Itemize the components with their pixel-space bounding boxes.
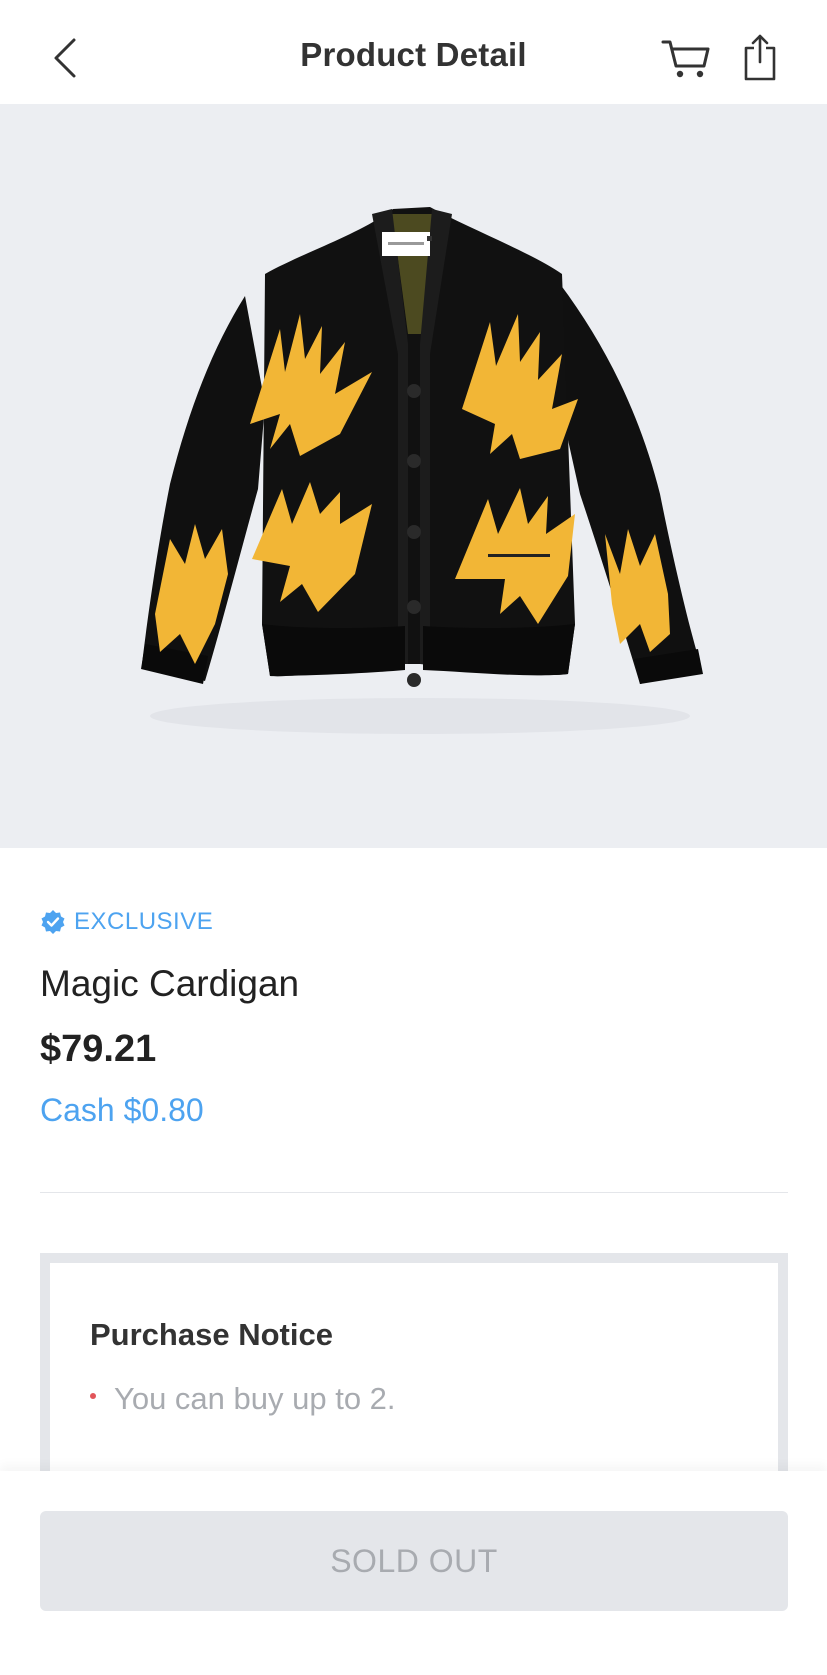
bottom-action-bar: SOLD OUT	[0, 1471, 827, 1675]
notice-item-text: You can buy up to 2.	[114, 1381, 396, 1416]
notice-title: Purchase Notice	[90, 1317, 333, 1352]
share-icon	[744, 34, 776, 81]
cart-icon	[661, 40, 710, 78]
verified-badge-icon	[41, 910, 65, 934]
product-price: $79.21	[40, 1028, 157, 1070]
product-image[interactable]	[0, 104, 827, 848]
product-name: Magic Cardigan	[40, 963, 300, 1004]
top-nav-bar: Product Detail	[0, 0, 827, 104]
notice-item: You can buy up to 2.	[90, 1381, 396, 1417]
product-info: EXCLUSIVE Magic Cardigan $79.21 Cash $0.…	[40, 904, 788, 1130]
exclusive-badge: EXCLUSIVE	[40, 904, 788, 940]
badge-label: EXCLUSIVE	[74, 908, 214, 935]
cart-button[interactable]	[656, 30, 716, 86]
cardigan-image	[141, 207, 703, 734]
cashback-amount: Cash $0.80	[40, 1092, 204, 1128]
share-button[interactable]	[738, 30, 782, 86]
sold-out-button[interactable]: SOLD OUT	[40, 1511, 788, 1611]
bullet-icon	[90, 1393, 96, 1399]
divider	[40, 1192, 788, 1193]
